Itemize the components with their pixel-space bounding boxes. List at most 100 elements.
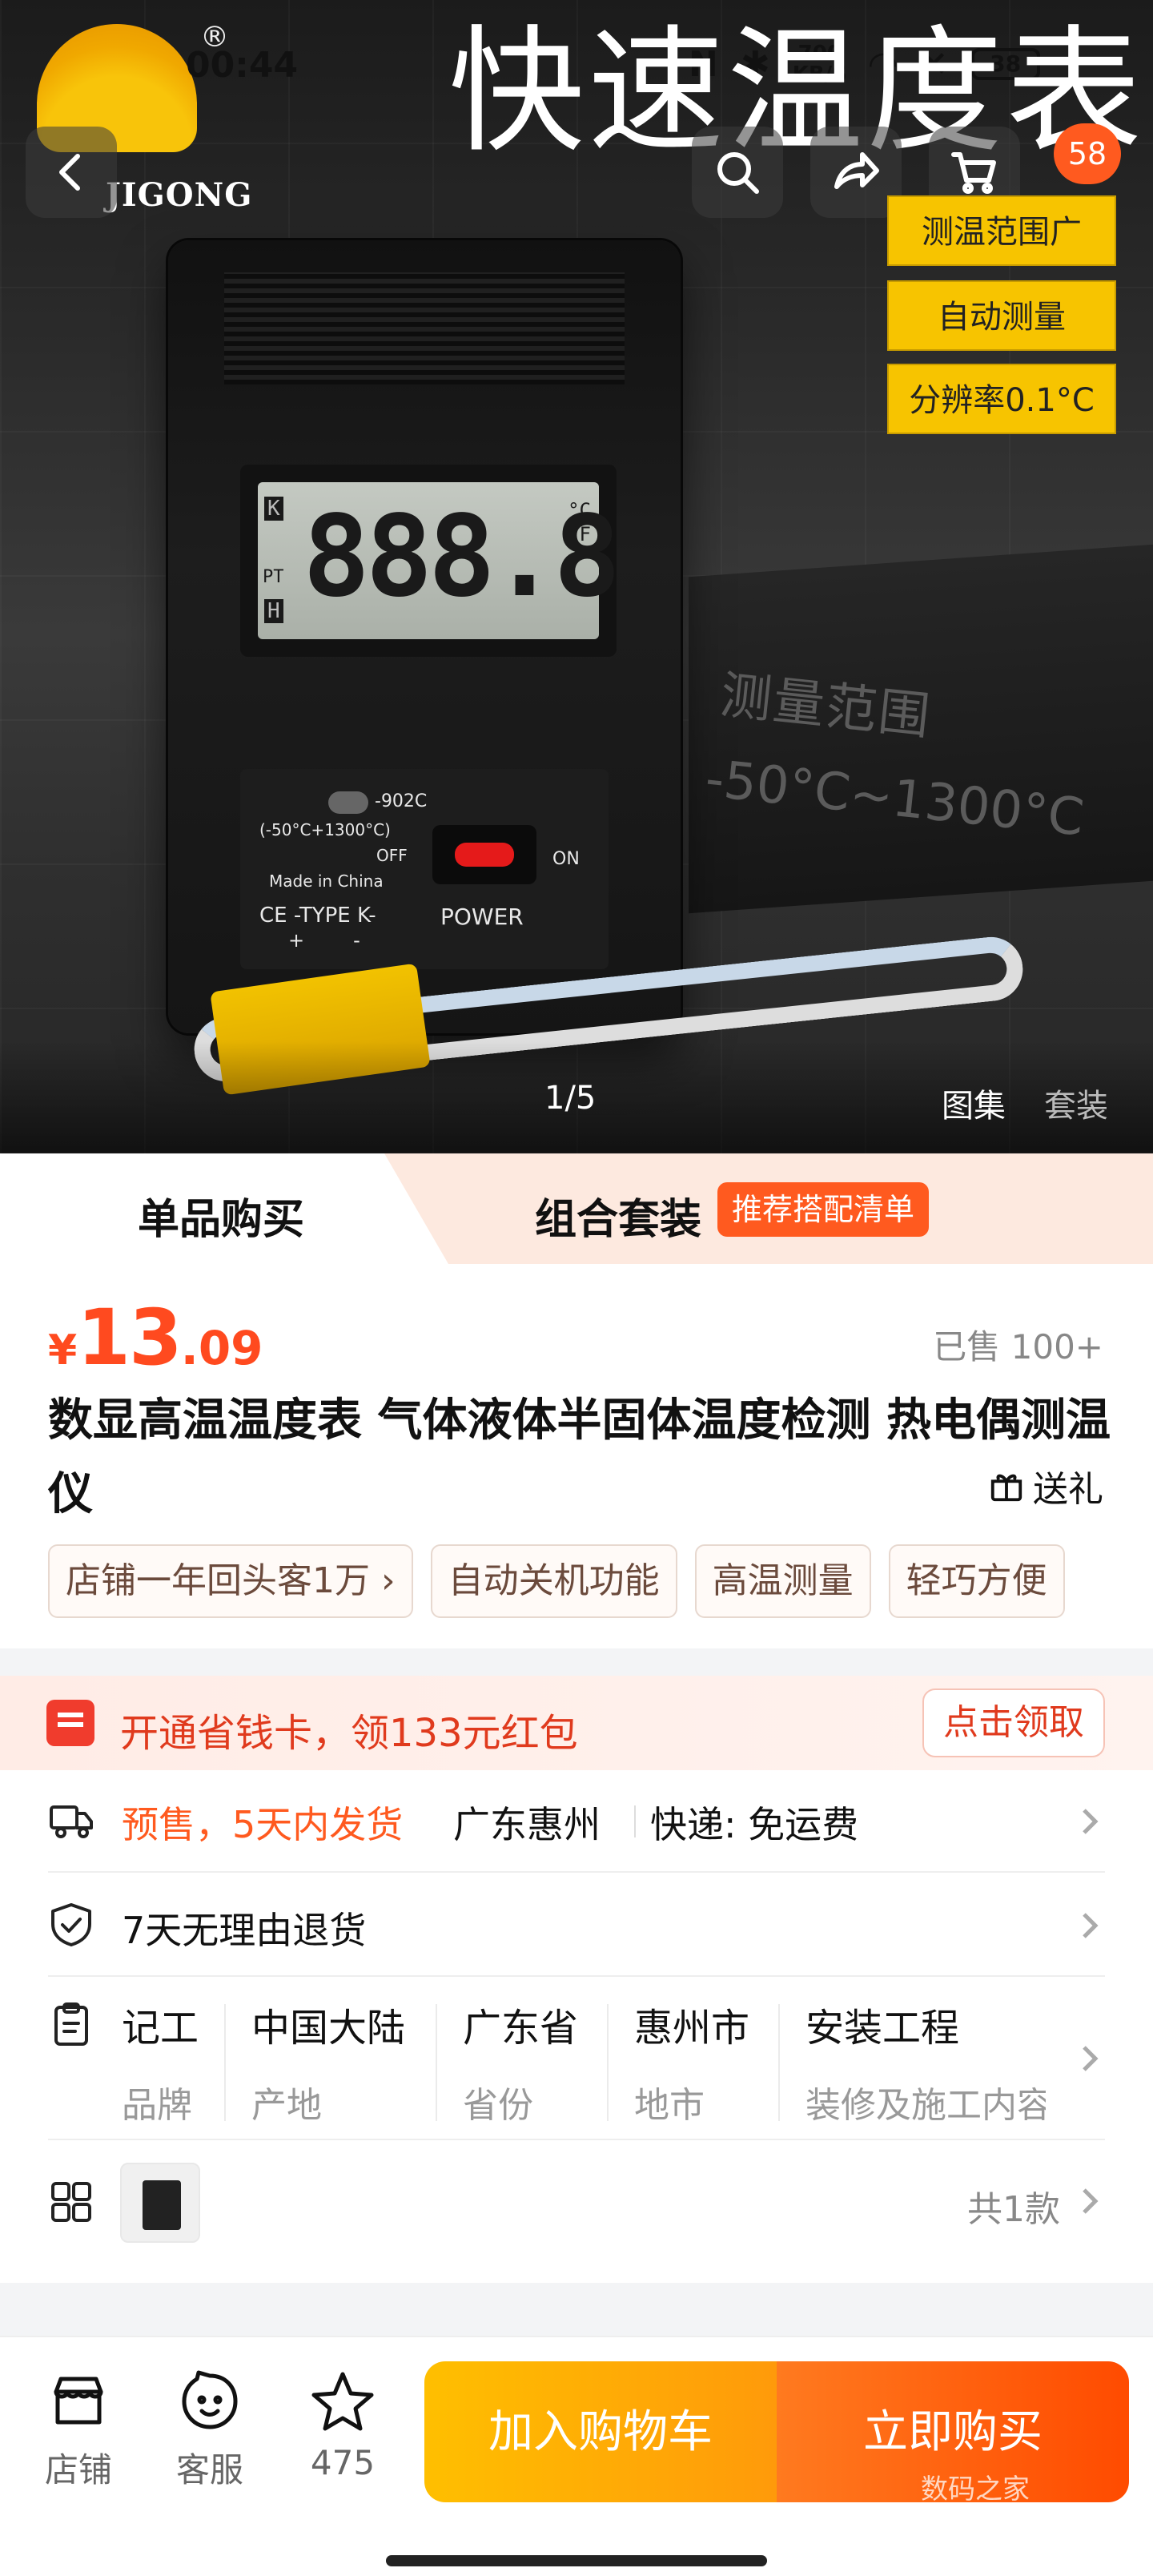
lcd-h-indicator: H [264, 599, 283, 623]
product-title: 数显高温温度表 气体液体半固体温度检测 热电偶测温仪 [48, 1395, 1111, 1520]
gift-label: 送礼 [1033, 1469, 1103, 1510]
store-button[interactable]: 店铺 [22, 2369, 135, 2492]
divider [778, 2004, 780, 2121]
divider [634, 1805, 636, 1837]
savings-card-banner[interactable]: 开通省钱卡，领133元红包 点击领取 [0, 1676, 1153, 1770]
delivery-row[interactable]: 预售，5天内发货 广东惠州 快递: 免运费 [48, 1770, 1105, 1873]
variants-row[interactable]: 共1款 [48, 2140, 1105, 2268]
status-time: 00:44 [186, 45, 299, 86]
device-switch [328, 791, 368, 814]
claim-coupon-button[interactable]: 点击领取 [922, 1688, 1105, 1757]
divider [436, 2004, 437, 2121]
device-polarity: + - [288, 929, 360, 952]
cart-count-badge: 58 [1054, 123, 1121, 184]
store-icon [54, 2377, 103, 2425]
device-power-button [432, 825, 536, 884]
variant-count: 共1款 [967, 2189, 1060, 2230]
purchase-mode-tabs: 单品购买 组合套装 推荐搭配清单 [0, 1153, 1153, 1264]
tag-chip[interactable]: 高温测量 [694, 1544, 871, 1618]
returns-row[interactable]: 7天无理由退货 [48, 1873, 1105, 1977]
shipping-fee: 快递: 免运费 [650, 1803, 859, 1846]
home-indicator[interactable] [386, 2555, 767, 2566]
watermark: 数码之家 [921, 2473, 1030, 2502]
chevron-right-icon [1073, 1805, 1105, 1837]
grid-icon [48, 2179, 94, 2225]
combo-recommend-badge[interactable]: 推荐搭配清单 [717, 1182, 930, 1237]
specs-row[interactable]: 记工 品牌 中国大陆 产地 广东省 省份 惠州市 地市 安装工程 装修及施工内容 [48, 1977, 1105, 2140]
sold-count: 已售 100+ [933, 1327, 1103, 1366]
price-currency: ¥ [48, 1326, 78, 1375]
product-price: ¥13.09 [48, 1293, 263, 1383]
search-icon [717, 152, 759, 194]
device-power-label: POWER [440, 904, 524, 930]
gift-icon [990, 1474, 1022, 1502]
device-made-in: Made in China [269, 871, 384, 891]
product-tag-chips: 店铺一年回头客1万 › 自动关机功能 高温测量 轻巧方便 [48, 1544, 1105, 1621]
feature-tag: 自动测量 [887, 280, 1116, 351]
truck-icon [48, 1797, 94, 1844]
banner-title: 快速温度表 [448, 13, 1146, 171]
service-label: 客服 [175, 2450, 243, 2489]
shield-check-icon [48, 1902, 94, 1948]
lcd-pt-indicator: PT [263, 567, 284, 587]
chevron-left-icon [59, 154, 80, 191]
spec-item: 安装工程 装修及施工内容 [805, 2006, 1046, 2124]
bottom-action-bar: 店铺 客服 475 加入购物车 立即购买 数码之家 [0, 2336, 1153, 2576]
search-button[interactable] [692, 127, 783, 218]
share-icon [834, 152, 879, 189]
tab-single-label: 单品购买 [138, 1196, 305, 1244]
returns-text: 7天无理由退货 [122, 1909, 367, 1952]
bundle-tab[interactable]: 套装 [1044, 1080, 1108, 1126]
tag-chip[interactable]: 店铺一年回头客1万 › [48, 1544, 413, 1618]
price-decimal: .09 [180, 1321, 263, 1375]
customer-service-button[interactable]: 客服 [154, 2369, 266, 2492]
device-grille [224, 272, 625, 384]
cart-icon [951, 152, 996, 194]
device-model: -902C [375, 791, 428, 811]
divider [224, 2004, 226, 2121]
lcd-units: °C °F [568, 499, 591, 545]
tag-chip[interactable]: 轻巧方便 [888, 1544, 1065, 1618]
divider [607, 2004, 609, 2121]
back-button[interactable] [26, 127, 117, 218]
red-envelope-icon [46, 1700, 94, 1746]
product-info-card: ¥13.09 已售 100+ 数显高温温度表 气体液体半固体温度检测 热电偶测温… [0, 1264, 1153, 1648]
chevron-right-icon [1073, 2043, 1105, 2075]
device-type: CE -TYPE K- [259, 904, 376, 928]
variant-thumbnail[interactable] [120, 2163, 200, 2243]
feature-tag: 测温范围广 [887, 195, 1116, 266]
price-integer: 13 [77, 1293, 183, 1383]
purchase-buttons: 加入购物车 立即购买 数码之家 [424, 2361, 1129, 2502]
presale-text: 预售，5天内发货 [122, 1803, 404, 1846]
gallery-tab[interactable]: 图集 [942, 1080, 1006, 1126]
spec-item: 惠州市 地市 [634, 2006, 750, 2126]
image-pager: 1/5 [544, 1080, 597, 1117]
chevron-right-icon [1073, 2185, 1105, 2217]
tab-combo-purchase[interactable]: 组合套装 [535, 1185, 701, 1246]
chevron-right-icon [1073, 1910, 1105, 1942]
device-on-label: ON [552, 849, 580, 869]
gift-button[interactable]: 送礼 [988, 1460, 1103, 1511]
store-label: 店铺 [44, 2450, 112, 2489]
device-lcd: K PT H 888.8 °C °F [240, 465, 621, 657]
add-to-cart-button[interactable]: 加入购物车 [424, 2361, 777, 2502]
product-image-carousel[interactable]: 测量范围 -50°C~1300°C K PT H 888.8 °C °F -90… [0, 0, 1153, 1153]
tab-single-purchase[interactable]: 单品购买 [0, 1153, 448, 1264]
spec-item: 记工 品牌 [122, 2006, 199, 2126]
clipboard-icon [48, 2001, 94, 2047]
favorite-button[interactable]: 475 [287, 2369, 399, 2482]
thermometer-device-image: K PT H 888.8 °C °F -902C (-50°C+1300°C) … [168, 240, 681, 1033]
feature-tag: 分辨率0.1°C [887, 364, 1116, 434]
brand-name: JIGONG [106, 176, 253, 214]
coupon-text: 开通省钱卡，领133元红包 [120, 1711, 578, 1756]
favorite-count: 475 [310, 2443, 376, 2482]
device-control-panel: -902C (-50°C+1300°C) OFF Made in China C… [240, 769, 609, 969]
ship-from-location: 广东惠州 [453, 1803, 601, 1846]
lcd-k-indicator: K [264, 497, 283, 521]
chat-face-icon [182, 2370, 238, 2429]
tag-chip[interactable]: 自动关机功能 [430, 1544, 677, 1618]
spec-item: 广东省 省份 [463, 2006, 579, 2126]
device-range: (-50°C+1300°C) [259, 820, 391, 839]
service-info-section: 预售，5天内发货 广东惠州 快递: 免运费 7天无理由退货 记工 品牌 中国大陆产… [0, 1770, 1153, 2283]
spec-item: 中国大陆 产地 [251, 2006, 406, 2126]
